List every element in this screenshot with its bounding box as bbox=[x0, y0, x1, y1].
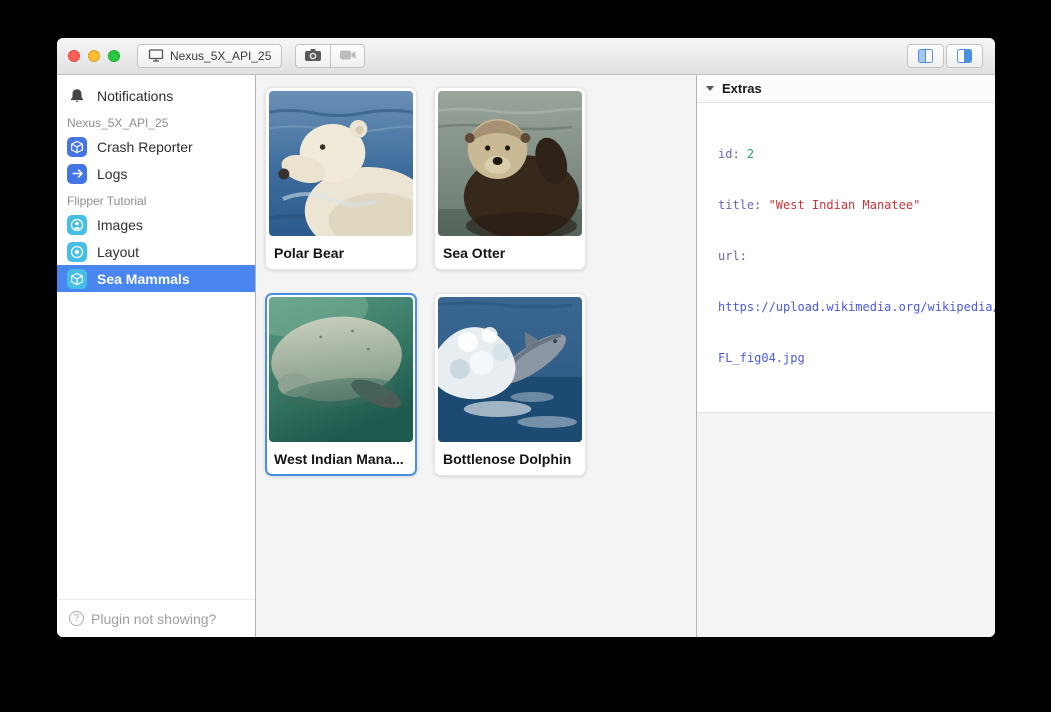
panel-right-icon bbox=[957, 49, 972, 63]
sidebar-item-label: Notifications bbox=[97, 88, 173, 104]
extras-title: Extras bbox=[722, 81, 762, 96]
traffic-lights bbox=[68, 50, 120, 62]
sidebar-section-app: Flipper Tutorial bbox=[57, 187, 255, 211]
chevron-down-icon bbox=[706, 86, 714, 91]
sea-otter-image bbox=[438, 91, 582, 236]
sidebar-item-label: Images bbox=[97, 217, 143, 233]
polar-bear-image bbox=[269, 91, 413, 236]
flipper-window: Nexus_5X_API_25 bbox=[57, 38, 995, 637]
json-row-id: id: 2 bbox=[718, 146, 995, 163]
json-key: id bbox=[718, 147, 732, 161]
monitor-icon bbox=[148, 48, 164, 65]
target-icon bbox=[67, 242, 87, 262]
json-string-value: "West Indian Manatee" bbox=[769, 198, 921, 212]
minimize-window-button[interactable] bbox=[88, 50, 100, 62]
close-window-button[interactable] bbox=[68, 50, 80, 62]
sidebar-item-logs[interactable]: Logs bbox=[57, 160, 255, 187]
device-name-label: Nexus_5X_API_25 bbox=[170, 49, 271, 63]
sidebar-item-label: Sea Mammals bbox=[97, 271, 190, 287]
details-panel-empty-area bbox=[697, 413, 995, 637]
plugin-not-showing-label: Plugin not showing? bbox=[91, 611, 216, 627]
arrow-right-icon bbox=[67, 164, 87, 184]
details-panel: Extras id: 2 title: "West Indian Manatee… bbox=[696, 75, 995, 637]
sidebar-item-crash-reporter[interactable]: Crash Reporter bbox=[57, 133, 255, 160]
sidebar-item-label: Layout bbox=[97, 244, 139, 260]
cube-icon bbox=[67, 137, 87, 157]
sidebar-item-layout[interactable]: Layout bbox=[57, 238, 255, 265]
toggle-left-sidebar-button[interactable] bbox=[907, 44, 944, 68]
panel-toggle-group bbox=[907, 44, 983, 68]
plugin-sidebar: Notifications Nexus_5X_API_25 Crash Repo… bbox=[57, 75, 256, 637]
panel-left-icon bbox=[918, 49, 933, 63]
zoom-window-button[interactable] bbox=[108, 50, 120, 62]
video-camera-icon bbox=[339, 49, 357, 64]
card-title: Sea Otter bbox=[438, 236, 582, 261]
sidebar-item-label: Logs bbox=[97, 166, 127, 182]
card-grid: Polar Bear bbox=[265, 87, 696, 476]
sidebar-item-label: Crash Reporter bbox=[97, 139, 193, 155]
card-west-indian-manatee[interactable]: West Indian Mana... bbox=[265, 293, 417, 476]
card-sea-otter[interactable]: Sea Otter bbox=[434, 87, 586, 270]
json-separator: : bbox=[740, 249, 754, 263]
person-circle-icon bbox=[67, 215, 87, 235]
screenshot-button[interactable] bbox=[295, 44, 330, 68]
sea-mammals-content: Polar Bear bbox=[256, 75, 696, 637]
sidebar-item-images[interactable]: Images bbox=[57, 211, 255, 238]
json-key: url bbox=[718, 249, 740, 263]
manatee-image bbox=[269, 297, 413, 442]
device-selector-button[interactable]: Nexus_5X_API_25 bbox=[137, 44, 282, 68]
cube-icon bbox=[67, 269, 87, 289]
json-row-title: title: "West Indian Manatee" bbox=[718, 197, 995, 214]
json-separator: : bbox=[732, 147, 746, 161]
card-polar-bear[interactable]: Polar Bear bbox=[265, 87, 417, 270]
card-bottlenose-dolphin[interactable]: Bottlenose Dolphin bbox=[434, 293, 586, 476]
extras-section-header[interactable]: Extras bbox=[697, 75, 995, 103]
json-key: title bbox=[718, 198, 754, 212]
extras-json-viewer: id: 2 title: "West Indian Manatee" url: … bbox=[697, 103, 995, 413]
sidebar-item-notifications[interactable]: Notifications bbox=[57, 82, 255, 109]
sidebar-item-sea-mammals[interactable]: Sea Mammals bbox=[57, 265, 255, 292]
dolphin-image bbox=[438, 297, 582, 442]
bell-icon bbox=[67, 88, 87, 104]
toggle-right-sidebar-button[interactable] bbox=[946, 44, 983, 68]
json-row-url: url: bbox=[718, 248, 995, 265]
card-title: Polar Bear bbox=[269, 236, 413, 261]
camera-icon bbox=[304, 48, 322, 65]
json-url-line[interactable]: FL_fig04.jpg bbox=[718, 350, 995, 367]
json-separator: : bbox=[754, 198, 768, 212]
card-title: Bottlenose Dolphin bbox=[438, 442, 582, 467]
sidebar-section-device: Nexus_5X_API_25 bbox=[57, 109, 255, 133]
plugin-not-showing-link[interactable]: ? Plugin not showing? bbox=[57, 599, 255, 637]
card-title: West Indian Mana... bbox=[269, 442, 413, 467]
title-bar: Nexus_5X_API_25 bbox=[57, 38, 995, 75]
screen-record-button[interactable] bbox=[330, 44, 365, 68]
json-url-line[interactable]: https://upload.wikimedia.org/wikipedia/c… bbox=[718, 299, 995, 316]
capture-button-group bbox=[295, 44, 365, 68]
question-circle-icon: ? bbox=[69, 611, 84, 626]
json-number-value: 2 bbox=[747, 147, 754, 161]
